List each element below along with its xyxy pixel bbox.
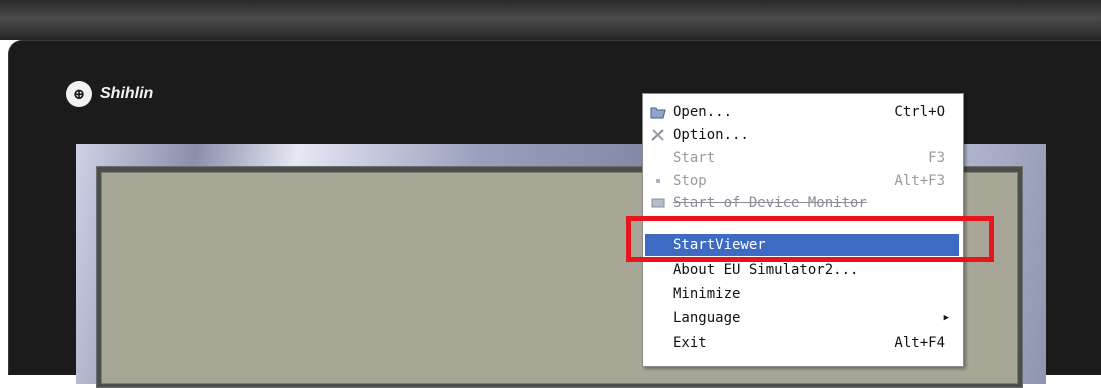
menu-label: Option... [673, 127, 749, 143]
menu-item-stop[interactable]: Stop Alt+F3 [643, 170, 963, 192]
menu-item-open[interactable]: Open... Ctrl+O [643, 101, 963, 123]
menu-label: Start of Device Monitor [673, 196, 867, 211]
menu-label: Exit [673, 335, 707, 351]
menu-shortcut: Alt+F3 [894, 173, 945, 189]
menu-label: About EU Simulator2... [673, 262, 859, 278]
submenu-arrow-icon: ▶ [943, 313, 949, 323]
menu-item-about[interactable]: About EU Simulator2... [643, 259, 963, 281]
monitor-icon [650, 197, 666, 211]
folder-icon [650, 105, 666, 119]
red-highlight-box [626, 216, 994, 262]
window-top-bar [0, 0, 1101, 40]
menu-label: Language [673, 310, 741, 326]
shihlin-logo: ⊕ Shihlin [66, 79, 153, 109]
menu-shortcut: Alt+F4 [894, 335, 945, 351]
menu-label: Open... [673, 104, 733, 120]
menu-label: Minimize [673, 286, 741, 302]
menu-shortcut: F3 [928, 150, 945, 166]
menu-item-option[interactable]: Option... [643, 124, 963, 146]
stop-icon [650, 174, 666, 188]
shihlin-emblem-icon: ⊕ [66, 81, 92, 107]
menu-item-language[interactable]: Language ▶ [643, 307, 963, 329]
menu-item-start[interactable]: Start F3 [643, 147, 963, 169]
tools-icon [650, 128, 666, 142]
menu-shortcut: Ctrl+O [894, 104, 945, 120]
menu-item-start-device-monitor[interactable]: Start of Device Monitor [643, 196, 963, 212]
menu-item-minimize[interactable]: Minimize [643, 283, 963, 305]
menu-label: Stop [673, 173, 707, 189]
menu-item-exit[interactable]: Exit Alt+F4 [643, 332, 963, 354]
brand-name: Shihlin [100, 85, 154, 102]
menu-label: Start [673, 150, 716, 166]
